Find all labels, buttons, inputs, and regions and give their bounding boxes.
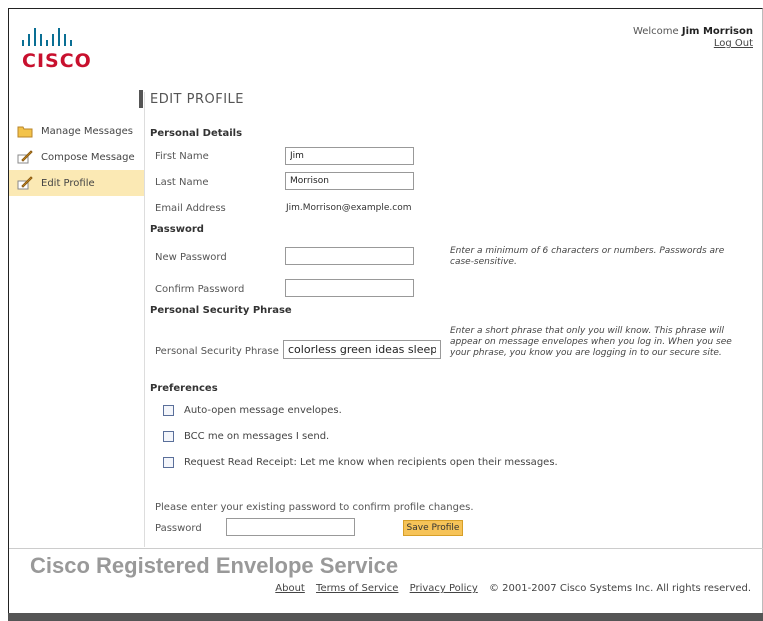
- pencil-icon: [17, 176, 33, 190]
- section-preferences: Preferences: [150, 383, 218, 394]
- auto-open-checkbox[interactable]: [163, 405, 174, 416]
- bcc-checkbox[interactable]: [163, 431, 174, 442]
- sidebar-divider: [144, 92, 145, 547]
- title-marker: [139, 90, 143, 108]
- page-title: EDIT PROFILE: [150, 92, 245, 107]
- save-profile-button[interactable]: Save Profile: [403, 520, 463, 536]
- first-name-label: First Name: [155, 151, 209, 162]
- new-password-field[interactable]: [285, 247, 414, 265]
- pencil-icon: [17, 150, 33, 164]
- last-name-label: Last Name: [155, 177, 209, 188]
- user-name: Jim Morrison: [681, 26, 753, 37]
- email-value: Jim.Morrison@example.com: [286, 203, 412, 213]
- privacy-link[interactable]: Privacy Policy: [410, 583, 478, 594]
- security-phrase-hint: Enter a short phrase that only you will …: [450, 326, 732, 358]
- security-phrase-field[interactable]: [283, 340, 441, 359]
- bcc-label: BCC me on messages I send.: [184, 431, 330, 442]
- section-personal-details: Personal Details: [150, 128, 243, 139]
- last-name-field[interactable]: [285, 172, 414, 190]
- sidebar-item-label: Manage Messages: [41, 125, 133, 137]
- footer-links: About Terms of Service Privacy Policy © …: [275, 583, 751, 594]
- confirm-instruction: Please enter your existing password to c…: [155, 502, 474, 513]
- read-receipt-checkbox[interactable]: [163, 457, 174, 468]
- logout-link[interactable]: Log Out: [714, 38, 753, 49]
- sidebar-item-label: Compose Message: [41, 151, 135, 163]
- first-name-field[interactable]: [285, 147, 414, 165]
- sidebar-item-edit-profile[interactable]: Edit Profile: [9, 170, 144, 196]
- confirm-password-label: Password: [155, 523, 202, 534]
- password-hint: Enter a minimum of 6 characters or numbe…: [450, 246, 725, 267]
- confirm-password-label: Confirm Password: [155, 284, 245, 295]
- sidebar-item-label: Edit Profile: [41, 177, 95, 189]
- logo-bars-icon: [22, 26, 92, 46]
- sidebar-item-manage-messages[interactable]: Manage Messages: [9, 118, 144, 144]
- new-password-label: New Password: [155, 252, 227, 263]
- sidebar: Manage Messages Compose Message Edit Pro…: [9, 118, 144, 196]
- section-password: Password: [150, 224, 204, 235]
- window-frame: [8, 8, 763, 613]
- about-link[interactable]: About: [275, 583, 305, 594]
- confirm-password-field[interactable]: [285, 279, 414, 297]
- section-security-phrase: Personal Security Phrase: [150, 305, 292, 316]
- sidebar-item-compose-message[interactable]: Compose Message: [9, 144, 144, 170]
- welcome-prefix: Welcome: [632, 26, 679, 37]
- read-receipt-label: Request Read Receipt: Let me know when r…: [184, 457, 558, 468]
- bottom-bar: [8, 613, 763, 621]
- terms-link[interactable]: Terms of Service: [316, 583, 398, 594]
- cisco-logo: CISCO: [22, 26, 92, 72]
- welcome-block: Welcome Jim Morrison Log Out: [633, 26, 753, 50]
- logo-text: CISCO: [22, 50, 92, 72]
- folder-icon: [17, 124, 33, 138]
- existing-password-field[interactable]: [226, 518, 355, 536]
- footer-brand: Cisco Registered Envelope Service: [30, 553, 399, 578]
- copyright: © 2001-2007 Cisco Systems Inc. All right…: [488, 583, 751, 594]
- security-phrase-label: Personal Security Phrase: [155, 346, 279, 357]
- footer-divider: [9, 548, 763, 549]
- auto-open-label: Auto-open message envelopes.: [184, 405, 342, 416]
- email-label: Email Address: [155, 203, 226, 214]
